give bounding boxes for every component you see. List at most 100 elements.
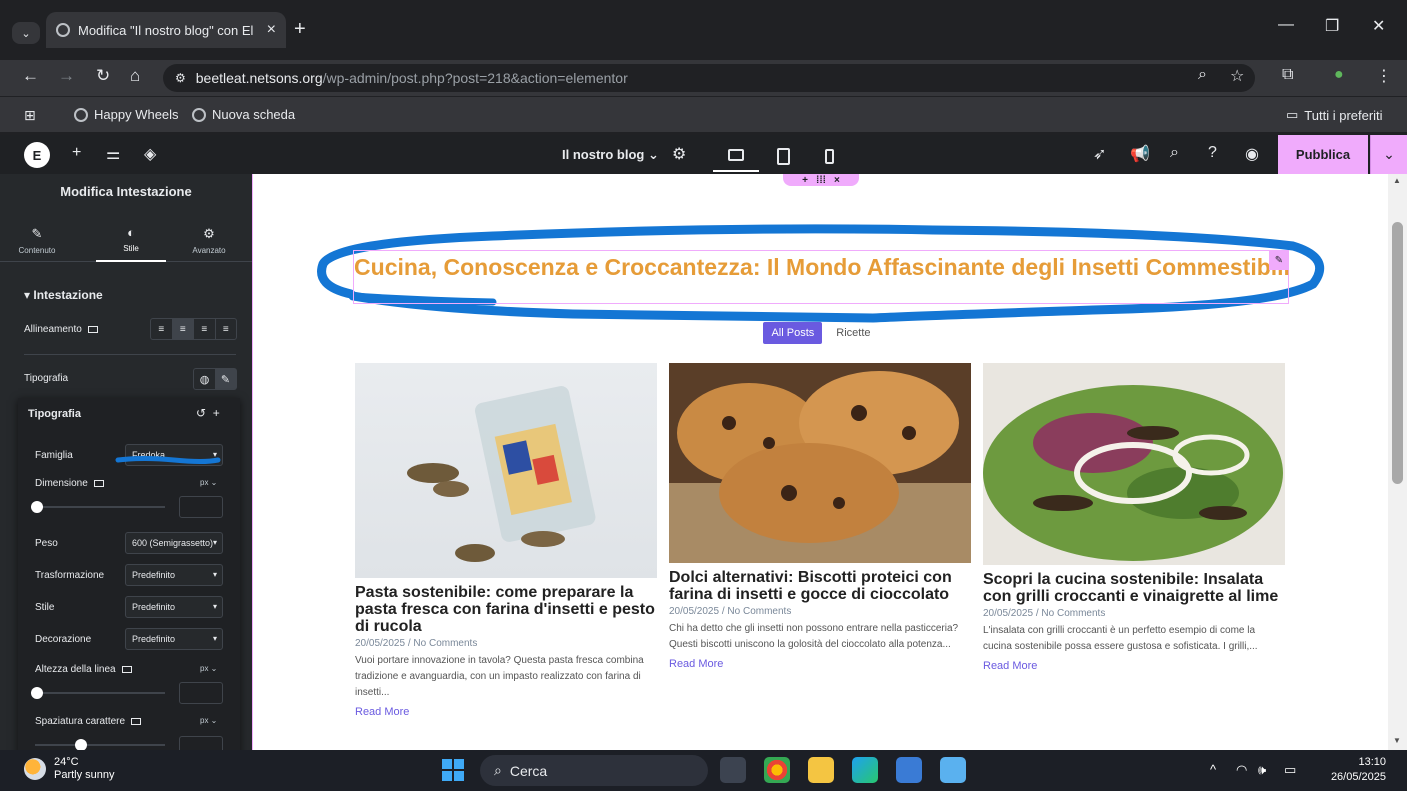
show-hidden-icons[interactable]: ^ — [1210, 762, 1216, 777]
tab-contenuto[interactable]: ✎ Contenuto — [2, 218, 72, 262]
desktop-icon[interactable] — [131, 717, 142, 725]
browser-tab[interactable]: Modifica "Il nostro blog" con El × — [46, 12, 286, 48]
edit-typography-icon[interactable]: ✎ — [215, 369, 236, 389]
align-left-icon[interactable]: ≡ — [151, 319, 173, 339]
delete-section-icon[interactable]: × — [834, 175, 840, 186]
reset-icon[interactable]: ↺ — [196, 406, 206, 420]
heading-widget[interactable]: Cucina, Conoscenza e Croccantezza: Il Mo… — [353, 250, 1290, 304]
slider-handle[interactable] — [75, 739, 87, 750]
weather-widget[interactable]: 24°C Partly sunny — [24, 756, 115, 782]
align-center-icon[interactable]: ≡ — [172, 319, 194, 339]
slider-handle[interactable] — [31, 687, 43, 699]
zoom-icon[interactable]: ⌕ — [1198, 66, 1207, 84]
bookmark-happy-wheels[interactable]: Happy Wheels — [74, 107, 179, 122]
publish-button[interactable]: Pubblica — [1278, 135, 1368, 174]
post-image-pasta[interactable] — [355, 363, 657, 578]
tab-stile[interactable]: ◐ Stile — [96, 218, 166, 262]
extensions-icon[interactable]: ⧉ — [1282, 66, 1293, 84]
read-more-link[interactable]: Read More — [983, 660, 1285, 672]
text-transform-select[interactable]: Predefinito ▾ — [125, 564, 223, 586]
publish-options-button[interactable]: ⌄ — [1370, 135, 1407, 174]
mobile-view-button[interactable] — [806, 140, 852, 172]
volume-icon[interactable]: 🕪 — [1258, 762, 1266, 778]
font-style-select[interactable]: Predefinito ▾ — [125, 596, 223, 618]
scroll-up-icon[interactable]: ▲ — [1393, 176, 1401, 185]
url-input[interactable]: ⚙ beetleat.netsons.org/wp-admin/post.php… — [163, 64, 1255, 92]
read-more-link[interactable]: Read More — [669, 658, 971, 670]
close-window-icon[interactable]: ✕ — [1372, 16, 1385, 36]
elementor-logo-icon[interactable]: E — [24, 142, 50, 168]
post-title[interactable]: Dolci alternativi: Biscotti proteici con… — [669, 569, 971, 603]
structure-icon[interactable]: ◈ — [144, 144, 156, 164]
chrome-icon[interactable] — [764, 757, 790, 783]
new-tab-button[interactable]: + — [294, 18, 306, 41]
file-explorer-icon[interactable] — [808, 757, 834, 783]
back-icon[interactable]: ← — [22, 66, 39, 86]
site-info-icon[interactable]: ⚙ — [175, 71, 186, 85]
tab-search-button[interactable]: ⌄ — [12, 22, 40, 44]
globe-icon[interactable]: ◍ — [194, 369, 215, 389]
close-tab-icon[interactable]: × — [267, 21, 276, 39]
add-section-icon[interactable]: + — [802, 175, 808, 186]
scroll-thumb[interactable] — [1392, 222, 1403, 484]
post-image-salad[interactable] — [983, 363, 1285, 565]
all-bookmarks[interactable]: ▭ Tutti i preferiti — [1286, 107, 1383, 123]
site-settings-icon[interactable]: ⚌ — [106, 144, 120, 164]
letter-spacing-unit[interactable]: px ⌄ — [200, 716, 217, 725]
edge-icon[interactable] — [852, 757, 878, 783]
taskbar-search[interactable]: ⌕ Cerca — [480, 755, 708, 786]
post-image-cookies[interactable] — [669, 363, 971, 563]
slider-handle[interactable] — [31, 501, 43, 513]
size-unit[interactable]: px ⌄ — [200, 478, 217, 487]
wifi-icon[interactable]: ◠ — [1236, 762, 1247, 778]
line-height-slider[interactable] — [31, 687, 165, 699]
section-handle[interactable]: + ⁞⁞⁞ × — [783, 174, 859, 186]
size-input[interactable] — [179, 496, 223, 518]
tablet-view-button[interactable] — [760, 140, 806, 172]
desktop-icon[interactable] — [121, 665, 132, 673]
edit-widget-icon[interactable]: ✎ — [1269, 250, 1289, 270]
start-button[interactable] — [442, 759, 464, 781]
tab-avanzato[interactable]: ⚙ Avanzato — [174, 218, 244, 262]
section-intestazione[interactable]: ▾ Intestazione — [24, 288, 103, 302]
rocket-icon[interactable]: ➶ — [1093, 144, 1106, 164]
forward-icon[interactable]: → — [58, 66, 75, 86]
document-title[interactable]: Il nostro blog ⌄ — [562, 147, 659, 163]
profile-icon[interactable]: ● — [1334, 66, 1344, 84]
notifications-icon[interactable]: 📢 — [1130, 144, 1150, 164]
canvas-scrollbar[interactable]: ▲ ▼ — [1388, 174, 1407, 750]
filter-ricette[interactable]: Ricette — [828, 322, 878, 344]
read-more-link[interactable]: Read More — [355, 706, 657, 718]
scroll-down-icon[interactable]: ▼ — [1393, 736, 1401, 745]
desktop-icon[interactable] — [93, 479, 104, 487]
desktop-view-button[interactable] — [713, 140, 759, 172]
star-icon[interactable]: ☆ — [1230, 66, 1244, 86]
home-icon[interactable]: ⌂ — [130, 66, 140, 86]
battery-icon[interactable]: ▭ — [1284, 762, 1296, 778]
post-title[interactable]: Scopri la cucina sostenibile: Insalata c… — [983, 571, 1285, 605]
minimize-icon[interactable]: — — [1278, 16, 1294, 34]
system-clock[interactable]: 13:10 26/05/2025 — [1320, 755, 1386, 785]
add-icon[interactable]: + — [213, 406, 220, 420]
bookmark-nuova-scheda[interactable]: Nuova scheda — [192, 107, 295, 122]
text-decoration-select[interactable]: Predefinito ▾ — [125, 628, 223, 650]
notepad-icon[interactable] — [940, 757, 966, 783]
align-justify-icon[interactable]: ≡ — [216, 319, 237, 339]
line-height-input[interactable] — [179, 682, 223, 704]
letter-spacing-slider[interactable] — [35, 739, 165, 750]
task-view-icon[interactable] — [720, 757, 746, 783]
page-settings-icon[interactable]: ⚙ — [672, 144, 686, 164]
drag-handle-icon[interactable]: ⁞⁞⁞ — [816, 175, 826, 186]
add-element-icon[interactable]: + — [72, 144, 81, 162]
letter-spacing-input[interactable] — [179, 736, 223, 750]
line-height-unit[interactable]: px ⌄ — [200, 664, 217, 673]
search-icon[interactable]: ⌕ — [1170, 144, 1179, 162]
menu-icon[interactable]: ⋮ — [1376, 66, 1392, 86]
filter-all-posts[interactable]: All Posts — [763, 322, 823, 344]
help-icon[interactable]: ? — [1208, 144, 1217, 162]
align-right-icon[interactable]: ≡ — [194, 319, 216, 339]
preview-eye-icon[interactable]: ◉ — [1245, 144, 1259, 164]
restore-icon[interactable]: ❐ — [1325, 16, 1339, 36]
apps-icon[interactable]: ⊞ — [24, 107, 36, 124]
reload-icon[interactable]: ↻ — [96, 66, 110, 86]
